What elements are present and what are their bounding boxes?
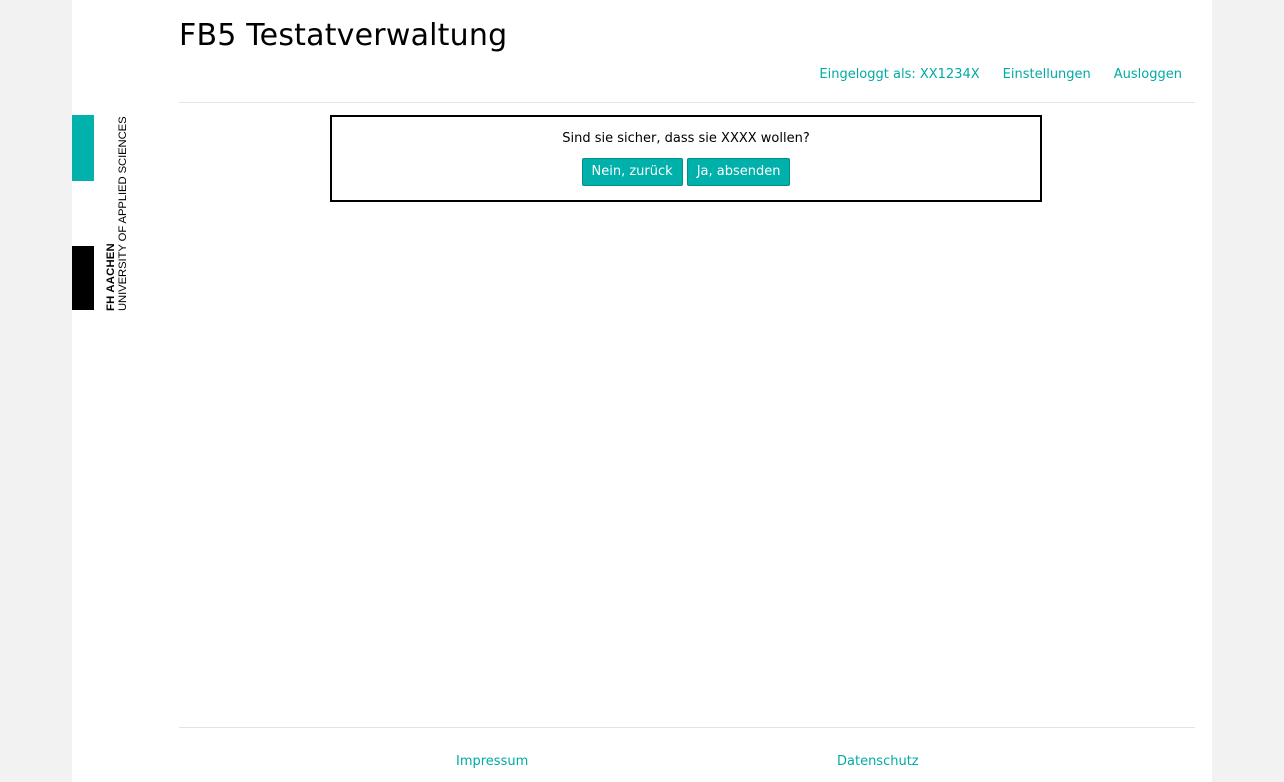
footer-divider: [179, 727, 1195, 728]
page-title: FB5 Testatverwaltung: [179, 18, 508, 53]
cancel-button[interactable]: Nein, zurück: [581, 158, 683, 186]
logo-line-subtitle: UNIVERSITY OF APPLIED SCIENCES: [117, 116, 129, 311]
header-divider: [179, 102, 1195, 103]
settings-link[interactable]: Einstellungen: [1003, 67, 1091, 82]
logout-link[interactable]: Ausloggen: [1114, 67, 1182, 82]
logo-dark-block: [72, 246, 94, 310]
top-navigation: Eingeloggt als: XX1234X Einstellungen Au…: [819, 67, 1182, 82]
confirmation-dialog: Sind sie sicher, dass sie XXXX wollen? N…: [330, 115, 1042, 202]
datenschutz-link[interactable]: Datenschutz: [837, 754, 919, 769]
page-container: FH AACHEN UNIVERSITY OF APPLIED SCIENCES…: [72, 0, 1212, 782]
logged-in-user-link[interactable]: Eingeloggt als: XX1234X: [819, 67, 979, 82]
fh-aachen-logo: FH AACHEN UNIVERSITY OF APPLIED SCIENCES: [72, 115, 142, 315]
logo-line-name: FH AACHEN: [105, 243, 117, 311]
dialog-button-row: Nein, zurück Ja, absenden: [332, 158, 1040, 186]
confirmation-question: Sind sie sicher, dass sie XXXX wollen?: [562, 131, 810, 146]
confirm-submit-button[interactable]: Ja, absenden: [686, 158, 791, 186]
logo-text: FH AACHEN UNIVERSITY OF APPLIED SCIENCES: [105, 116, 129, 311]
logo-accent-block: [72, 115, 94, 181]
impressum-link[interactable]: Impressum: [456, 754, 528, 769]
